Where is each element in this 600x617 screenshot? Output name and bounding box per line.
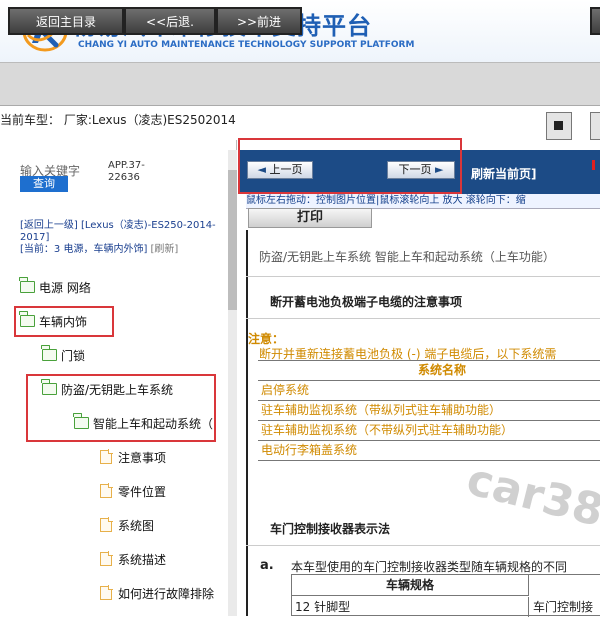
back-button[interactable]: <<后退. [124,7,216,35]
sidebar-scroll-thumb[interactable] [228,170,237,310]
tree-item-label: 零件位置 [118,485,167,499]
toolbar-overflow-button[interactable] [590,7,600,35]
spec-table: 车辆规格 12 针脚型 车门控制接 [291,574,600,617]
tree-item-label: 系统图 [118,519,155,533]
back-link[interactable]: [返回上一级] [20,220,78,231]
toggle-view-button[interactable] [546,112,572,140]
table-header-row: 系统名称 [258,361,600,381]
table-header: 车辆规格 [292,575,529,596]
document-icon [100,585,113,600]
table-row: 驻车辅助监视系统（不带纵列式驻车辅助功能） [258,421,600,441]
viewer-hint: 鼠标左右拖动：控制图片位置|鼠标滚轮向上 放大 滚轮向下：缩 [246,194,600,209]
folder-icon [41,345,57,361]
section-heading: 断开蓄电池负极端子电缆的注意事项 [270,295,463,309]
table-cell: 驻车辅助监视系统（不带纵列式驻车辅助功能） [261,423,514,437]
table-cell: 12 针脚型 [292,597,529,617]
forward-button[interactable]: >>前进 [216,7,302,35]
table-row: 电动行李箱盖系统 [258,441,600,461]
highlight-box [26,374,216,442]
table-cell: 驻车辅助监视系统（带纵列式驻车辅助功能） [261,403,502,417]
tree-item-label: 电源 网络 [39,281,91,295]
divider [246,545,600,546]
app-code: APP.37-22636 [108,160,145,183]
tree-item-label: 如何进行故障排除 [118,587,215,601]
section-heading: 车门控制接收器表示法 [270,522,391,536]
square-icon [554,121,563,130]
table-cell: 启停系统 [261,383,310,397]
nav-marker [592,160,595,170]
folder-icon [19,277,35,293]
app-subtitle: CHANG YI AUTO MAINTENANCE TECHNOLOGY SUP… [78,40,415,50]
list-marker: a. [260,558,274,573]
breadcrumb: [返回上一级] [Lexus（凌志)-ES250-2014-2017] [当前：… [20,220,220,256]
table-cell: 电动行李箱盖系统 [261,443,358,457]
table-row: 驻车辅助监视系统（带纵列式驻车辅助功能） [258,401,600,421]
divider [246,318,600,319]
toolbar [0,62,600,106]
divider [246,276,600,277]
print-button[interactable]: 打印 [248,208,372,228]
table-cell: 车门控制接 [533,600,594,614]
highlight-box [14,306,114,337]
extra-view-button[interactable] [590,112,600,140]
table-row: 启停系统 [258,381,600,401]
highlight-box [238,138,462,194]
document-icon [100,551,113,566]
search-button[interactable]: 查询 [20,176,68,192]
tree-item-label: 注意事项 [118,451,167,465]
table-header: 系统名称 [418,363,467,377]
current-link[interactable]: [当前：3 电源，车辆内外饰] [20,244,147,255]
current-vehicle-label: 当前车型： 厂家:Lexus（凌志)ES2502014 [0,113,236,127]
refresh-page-link[interactable]: 刷新当前页] [471,165,537,182]
document-icon [100,517,113,532]
systems-table: 系统名称 启停系统 驻车辅助监视系统（带纵列式驻车辅助功能） 驻车辅助监视系统（… [258,360,600,461]
document-icon [100,449,113,464]
document-icon [100,483,113,498]
list-item-text: 本车型使用的车门控制接收器类型随车辆规格的不同 [291,560,568,574]
document-title: 防盗/无钥匙上车系统 智能上车和起动系统（上车功能） [259,250,555,264]
tree-item-label: 系统描述 [118,553,167,567]
tree-item-label: 门锁 [61,349,86,363]
refresh-link[interactable]: [刷新] [151,244,179,255]
home-button[interactable]: 返回主目录 [8,7,124,35]
